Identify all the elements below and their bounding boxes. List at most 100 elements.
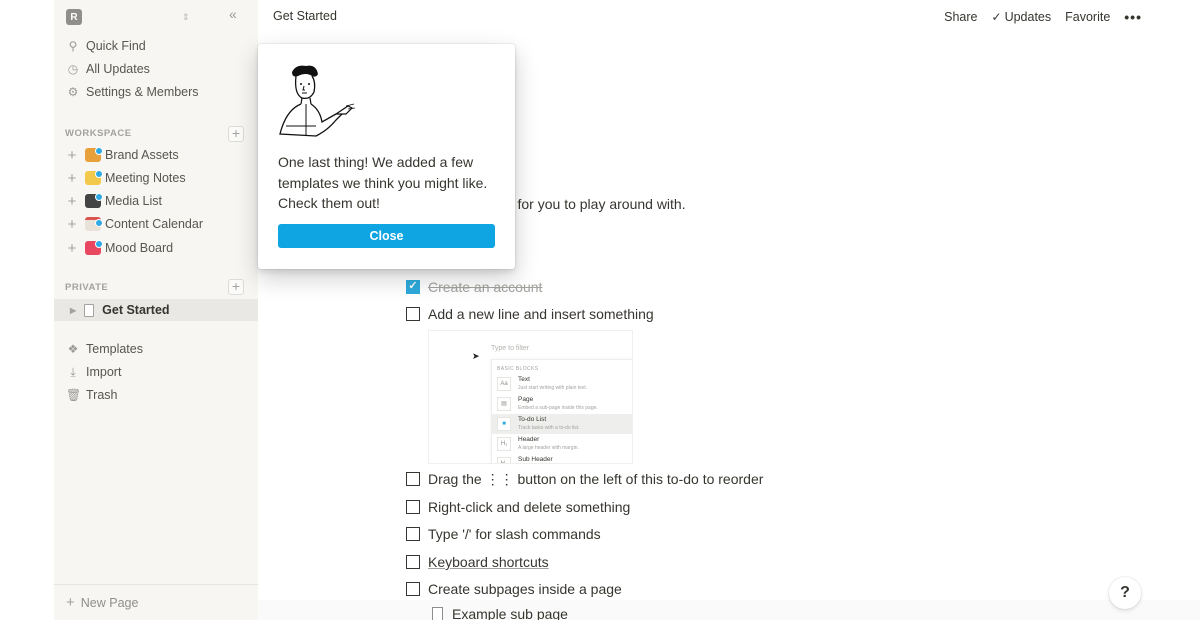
preview-option: ▤ Page Embed a sub-page inside this page… <box>492 394 632 414</box>
checkbox[interactable] <box>406 472 420 486</box>
sidebar-item-get-started[interactable]: ▶ Get Started <box>54 299 258 321</box>
topbar: Get Started Share ✓ Updates Favorite ••• <box>258 0 1200 34</box>
more-options-icon[interactable]: ••• <box>1124 9 1142 25</box>
preview-option-desc: Just start writing with plain text. <box>518 385 588 391</box>
search-icon: ⚲ <box>68 39 78 53</box>
breadcrumb[interactable]: Get Started <box>273 9 337 23</box>
updates-button[interactable]: ✓ Updates <box>992 10 1052 24</box>
help-button[interactable]: ? <box>1109 577 1141 609</box>
sidebar-item-label: All Updates <box>86 62 150 76</box>
workspace-switcher[interactable]: R ⇕ <box>66 8 190 26</box>
sidebar-item-templates[interactable]: ❖ Templates <box>66 339 143 359</box>
pencil-icon <box>85 170 103 185</box>
todo-label: Add a new line and insert something <box>428 306 654 322</box>
preview-option: Aa Text Just start writing with plain te… <box>492 374 632 394</box>
new-page-button[interactable]: + New Page <box>66 594 138 611</box>
sub-page-link[interactable]: Example sub page <box>432 606 568 620</box>
todo-item[interactable]: Drag the ⋮⋮ button on the left of this t… <box>406 469 763 489</box>
gear-icon: ⚙ <box>67 85 79 99</box>
calendar-icon <box>85 217 103 231</box>
clock-icon: ◷ <box>67 62 79 76</box>
checkbox[interactable] <box>406 307 420 321</box>
add-private-page-button[interactable]: + <box>228 279 244 295</box>
sidebar-item-trash[interactable]: 🗑 Trash <box>66 385 118 405</box>
plus-icon[interactable]: + <box>66 170 78 187</box>
todo-item[interactable]: Right-click and delete something <box>406 497 630 517</box>
favorite-button[interactable]: Favorite <box>1065 10 1110 24</box>
subheader-block-icon: H₂ <box>497 457 511 463</box>
palette-icon <box>85 147 103 162</box>
sidebar-item-label: Templates <box>86 342 143 356</box>
preview-option: H₂ Sub Header <box>492 454 632 463</box>
sidebar-item-label: Brand Assets <box>105 148 179 162</box>
preview-option-title: To-do List <box>518 416 547 423</box>
sidebar-item-media-list[interactable]: + Media List <box>66 191 162 211</box>
todo-item[interactable]: Create subpages inside a page <box>406 579 622 599</box>
checkbox[interactable] <box>406 582 420 596</box>
preview-menu: BASIC BLOCKS Aa Text Just start writing … <box>491 359 632 463</box>
preview-option-desc: Track tasks with a to-do list. <box>518 425 580 431</box>
keyboard-shortcuts-link[interactable]: Keyboard shortcuts <box>428 554 549 570</box>
expand-triangle-icon[interactable]: ▶ <box>70 306 76 315</box>
plus-icon[interactable]: + <box>66 240 78 257</box>
share-button[interactable]: Share <box>944 10 977 24</box>
preview-option-desc: A large header with margin. <box>518 445 579 451</box>
workspace-name <box>88 12 178 22</box>
section-label-workspace: WORKSPACE <box>65 128 132 139</box>
updates-label: Updates <box>1004 10 1052 24</box>
sidebar-item-content-calendar[interactable]: + Content Calendar <box>66 214 203 234</box>
plus-icon[interactable]: + <box>66 193 78 210</box>
collapse-sidebar-icon[interactable]: « <box>229 6 237 22</box>
todo-label: Create subpages inside a page <box>428 581 622 597</box>
bottom-bar <box>258 600 1200 620</box>
todo-block-icon: ■ <box>497 417 511 431</box>
todo-label: Right-click and delete something <box>428 499 631 515</box>
preview-option-title: Text <box>518 376 530 383</box>
page-icon <box>84 303 95 317</box>
preview-option: H₁ Header A large header with margin. <box>492 434 632 454</box>
sidebar-item-meeting-notes[interactable]: + Meeting Notes <box>66 168 186 188</box>
add-workspace-page-button[interactable]: + <box>228 126 244 142</box>
sidebar-item-mood-board[interactable]: + Mood Board <box>66 238 174 258</box>
sidebar-item-settings[interactable]: ⚙ Settings & Members <box>66 82 199 102</box>
todo-item[interactable]: Keyboard shortcuts <box>406 552 549 572</box>
sidebar-item-label: Content Calendar <box>105 217 203 231</box>
sidebar-item-label: Trash <box>86 388 118 402</box>
sidebar-item-label: Meeting Notes <box>105 171 186 185</box>
slash-menu-preview-image: ➤ Type to filter BASIC BLOCKS Aa Text Ju… <box>428 330 633 464</box>
microphone-icon <box>85 193 103 208</box>
popup-message: One last thing! We added a few templates… <box>278 154 488 211</box>
preview-option-title: Page <box>518 396 534 403</box>
plus-icon[interactable]: + <box>66 147 78 164</box>
templates-popup: One last thing! We added a few templates… <box>258 44 515 269</box>
header-block-icon: H₁ <box>497 437 511 451</box>
sidebar-item-label: Import <box>86 365 122 379</box>
todo-item[interactable]: Add a new line and insert something <box>406 304 654 324</box>
checkbox[interactable] <box>406 527 420 541</box>
checkbox[interactable] <box>406 555 420 569</box>
updown-chevron-icon: ⇕ <box>182 11 190 22</box>
plus-icon[interactable]: + <box>66 216 78 233</box>
close-button[interactable]: Close <box>278 224 495 248</box>
sidebar-item-all-updates[interactable]: ◷ All Updates <box>66 59 150 79</box>
filter-placeholder: Type to filter <box>491 345 530 352</box>
sidebar-item-label: Settings & Members <box>86 85 199 99</box>
todo-label: Drag the ⋮⋮ button on the left of this t… <box>428 470 764 487</box>
todo-item[interactable]: Type '/' for slash commands <box>406 524 601 544</box>
preview-option: ■ To-do List Track tasks with a to-do li… <box>492 414 632 434</box>
cursor-icon: ➤ <box>472 351 480 361</box>
todo-item[interactable]: ✓ Create an account <box>406 277 542 297</box>
sidebar-item-quick-find[interactable]: ⚲ Quick Find <box>66 36 146 56</box>
checkbox-checked[interactable]: ✓ <box>406 280 420 294</box>
sidebar-item-brand-assets[interactable]: + Brand Assets <box>66 145 179 165</box>
text-block-icon: Aa <box>497 377 511 391</box>
sidebar-footer: + New Page <box>54 584 258 620</box>
sidebar-item-label: Media List <box>105 194 162 208</box>
trash-icon: 🗑 <box>66 388 82 402</box>
templates-icon: ❖ <box>67 342 79 356</box>
preview-option-desc: Embed a sub-page inside this page. <box>518 405 598 411</box>
preview-option-title: Header <box>518 436 540 443</box>
checkbox[interactable] <box>406 500 420 514</box>
workspace-avatar: R <box>66 9 82 25</box>
sidebar-item-import[interactable]: ⤓ Import <box>66 362 121 382</box>
